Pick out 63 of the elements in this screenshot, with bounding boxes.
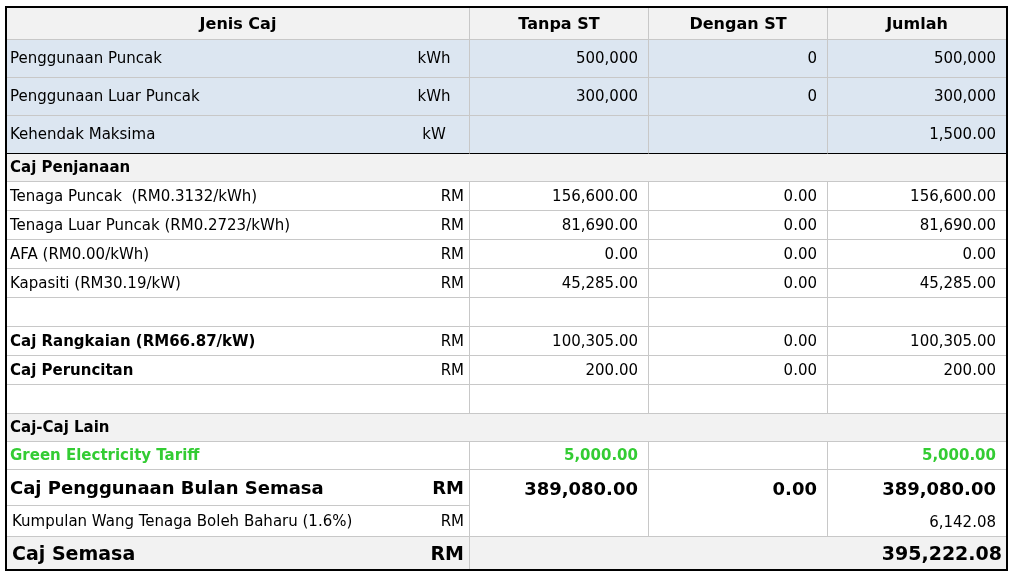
unit-label: RM (439, 330, 465, 352)
amount-cell-text: 300,000 (933, 86, 996, 108)
row-label: Caj Semasa (11, 540, 136, 566)
amount-cell-text: 389,080.00 (524, 476, 638, 501)
unit-label: RM (429, 540, 465, 566)
unit-label: RM (439, 214, 465, 236)
row-label: Kumpulan Wang Tenaga Boleh Baharu (1.6%) (11, 510, 353, 532)
amount-cell-text: 45,285.00 (561, 272, 638, 294)
unit-label: kW (421, 124, 447, 146)
amount-cell-text: 0.00 (783, 359, 817, 381)
amount-cell-text: 0.00 (783, 272, 817, 294)
row-label: Penggunaan Puncak (9, 48, 162, 70)
amount-cell-text: 0.00 (604, 243, 638, 265)
unit-label: RM (439, 185, 465, 207)
amount-cell-text: 6,142.08 (929, 511, 996, 533)
amount-cell-text: 156,600.00 (552, 185, 638, 207)
amount-cell-text: 81,690.00 (561, 214, 638, 236)
row-label: Caj Penggunaan Bulan Semasa (9, 476, 324, 500)
amount-cell-text: 300,000 (575, 86, 638, 108)
amount-cell-text: 0 (807, 48, 817, 70)
row-label: Tenaga Puncak (RM0.3132/kWh) (9, 185, 258, 207)
unit-label: RM (439, 510, 465, 532)
amount-cell-text: 0.00 (772, 476, 817, 501)
section-heading: Caj Penjanaan (9, 157, 131, 179)
row-label: Caj Peruncitan (9, 359, 134, 381)
column-header: Dengan ST (689, 12, 787, 35)
amount-cell-text: 81,690.00 (919, 214, 996, 236)
unit-label: RM (439, 243, 465, 265)
amount-cell-text: 0.00 (783, 185, 817, 207)
amount-cell-text: 200.00 (943, 359, 996, 381)
amount-cell-text: 45,285.00 (919, 272, 996, 294)
row-label: Green Electricity Tariff (9, 445, 200, 467)
section-heading: Caj-Caj Lain (9, 417, 110, 439)
row-label: Caj Rangkaian (RM66.87/kW) (9, 330, 256, 352)
amount-cell-text: 500,000 (933, 48, 996, 70)
unit-label: RM (439, 272, 465, 294)
amount-cell-text: 200.00 (585, 359, 638, 381)
unit-label: RM (439, 359, 465, 381)
amount-cell-text: 100,305.00 (910, 330, 996, 352)
amount-cell-text: 156,600.00 (910, 185, 996, 207)
total-value: 395,222.08 (881, 540, 1002, 566)
amount-cell-text: 0.00 (962, 243, 996, 265)
amount-cell-text: 5,000.00 (921, 445, 996, 467)
unit-label: kWh (416, 86, 452, 108)
amount-cell-text: 389,080.00 (882, 476, 996, 501)
row-label: Penggunaan Luar Puncak (9, 86, 200, 108)
column-header: Jumlah (886, 12, 948, 35)
amount-cell-text: 100,305.00 (552, 330, 638, 352)
column-header: Jenis Caj (199, 12, 277, 35)
amount-cell-text: 1,500.00 (929, 124, 996, 146)
amount-cell-text: 500,000 (575, 48, 638, 70)
unit-label: kWh (416, 48, 452, 70)
row-label: Tenaga Luar Puncak (RM0.2723/kWh) (9, 214, 291, 236)
unit-label: RM (431, 476, 465, 500)
row-label: Kapasiti (RM30.19/kW) (9, 272, 181, 294)
row-label: AFA (RM0.00/kWh) (9, 243, 150, 265)
amount-cell-text: 0.00 (783, 214, 817, 236)
amount-cell-text: 0 (807, 86, 817, 108)
row-label: Kehendak Maksima (9, 124, 156, 146)
column-header: Tanpa ST (518, 12, 600, 35)
amount-cell-text: 0.00 (783, 330, 817, 352)
amount-cell-text: 5,000.00 (563, 445, 638, 467)
amount-cell-text: 0.00 (783, 243, 817, 265)
